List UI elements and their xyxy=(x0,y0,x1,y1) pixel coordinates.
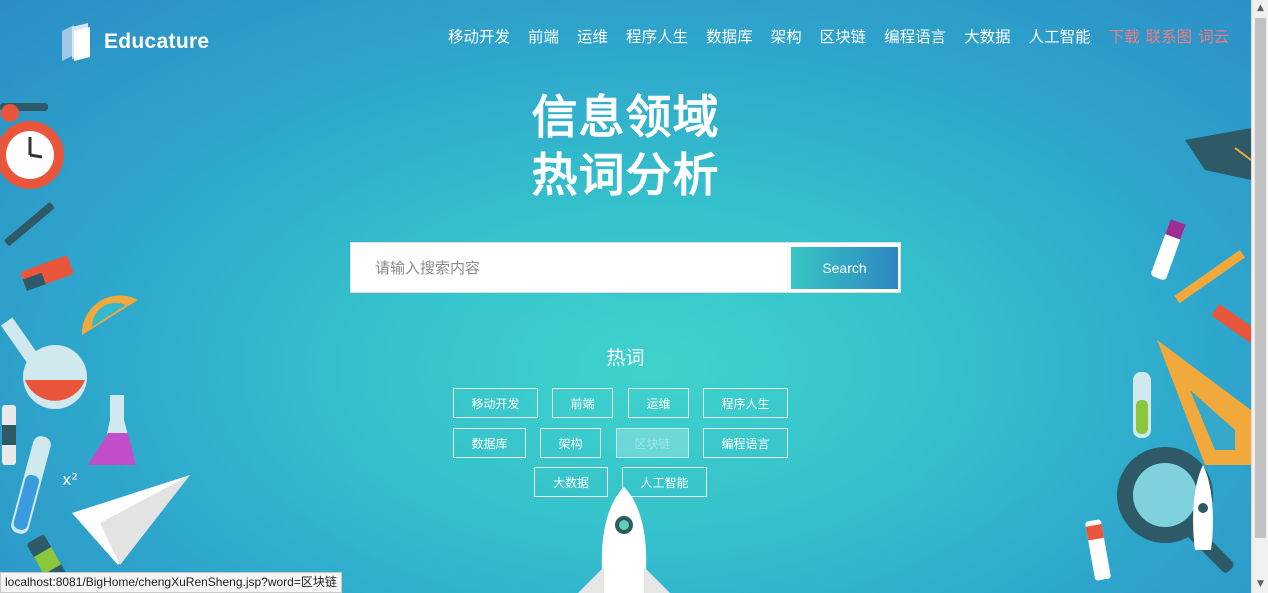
nav-item-big-data[interactable]: 大数据 xyxy=(964,25,1011,47)
pen-icon xyxy=(4,202,55,246)
test-tube-icon xyxy=(1133,372,1151,438)
nav-item-programming-language[interactable]: 编程语言 xyxy=(884,25,946,47)
crayon-icon xyxy=(1085,519,1111,581)
search-bar: Search xyxy=(350,242,901,293)
hot-tag-ai[interactable]: 人工智能 xyxy=(622,467,707,497)
hot-tag-big-data[interactable]: 大数据 xyxy=(534,467,608,497)
hot-words-title: 热词 xyxy=(606,347,645,369)
hot-tag-frontend[interactable]: 前端 xyxy=(552,388,613,418)
nav-item-programmer-life[interactable]: 程序人生 xyxy=(626,25,688,47)
formula-icon: x² xyxy=(62,470,78,489)
brand-name: Educature xyxy=(104,30,210,53)
scroll-up-arrow-icon[interactable]: ▲ xyxy=(1252,0,1268,17)
nav-item-architecture[interactable]: 架构 xyxy=(771,25,802,47)
main-nav: 移动开发 前端 运维 程序人生 数据库 架构 区块链 编程语言 大数据 人工智能… xyxy=(448,24,1235,48)
scroll-down-arrow-icon[interactable]: ▼ xyxy=(1252,576,1268,593)
nav-link-relation-graph[interactable]: 联系图 xyxy=(1146,28,1193,46)
beaker-icon xyxy=(88,395,136,465)
nav-item-blockchain[interactable]: 区块链 xyxy=(820,25,867,47)
hot-tag-programming-language[interactable]: 编程语言 xyxy=(703,428,788,458)
magnifier-icon xyxy=(1117,447,1234,573)
page-headline: 信息领域 热词分析 xyxy=(0,88,1251,204)
rocket-illustration xyxy=(578,487,670,593)
nav-link-download[interactable]: 下载 xyxy=(1109,28,1140,46)
crayon-icon xyxy=(2,405,16,465)
nav-extra-links: 下载 联系图 词云 xyxy=(1109,25,1236,47)
nav-item-mobile-dev[interactable]: 移动开发 xyxy=(448,25,510,47)
headline-line-2: 热词分析 xyxy=(531,148,720,202)
marker-icon xyxy=(1151,219,1186,280)
hot-tag-mobile-dev[interactable]: 移动开发 xyxy=(453,388,538,418)
hot-tag-blockchain[interactable]: 区块链 xyxy=(616,428,689,458)
pencil-icon xyxy=(1174,249,1246,304)
paper-plane-icon xyxy=(72,475,190,565)
page-viewport: x² Educature 移动开发 前端 运维 程序人生 数据库 架构 区块链 … xyxy=(0,0,1251,593)
nav-item-frontend[interactable]: 前端 xyxy=(528,25,559,47)
nav-item-ai[interactable]: 人工智能 xyxy=(1029,25,1091,47)
vertical-scrollbar[interactable]: ▲ ▼ xyxy=(1251,0,1268,593)
eraser-icon xyxy=(20,255,74,291)
search-input[interactable] xyxy=(355,246,785,289)
scrollbar-thumb[interactable] xyxy=(1255,18,1266,538)
nav-item-database[interactable]: 数据库 xyxy=(706,25,753,47)
nav-item-ops[interactable]: 运维 xyxy=(577,25,608,47)
headline-line-1: 信息领域 xyxy=(531,90,720,144)
book-logo-icon xyxy=(62,23,90,61)
hot-tag-programmer-life[interactable]: 程序人生 xyxy=(703,388,788,418)
hot-tag-database[interactable]: 数据库 xyxy=(453,428,526,458)
nav-link-word-cloud[interactable]: 词云 xyxy=(1198,28,1229,46)
hot-tag-ops[interactable]: 运维 xyxy=(628,388,689,418)
browser-status-bar: localhost:8081/BigHome/chengXuRenSheng.j… xyxy=(0,572,342,593)
brand-logo[interactable]: Educature xyxy=(60,22,209,62)
hot-tag-architecture[interactable]: 架构 xyxy=(540,428,601,458)
protractor-icon xyxy=(81,295,138,335)
search-button[interactable]: Search xyxy=(791,247,898,289)
